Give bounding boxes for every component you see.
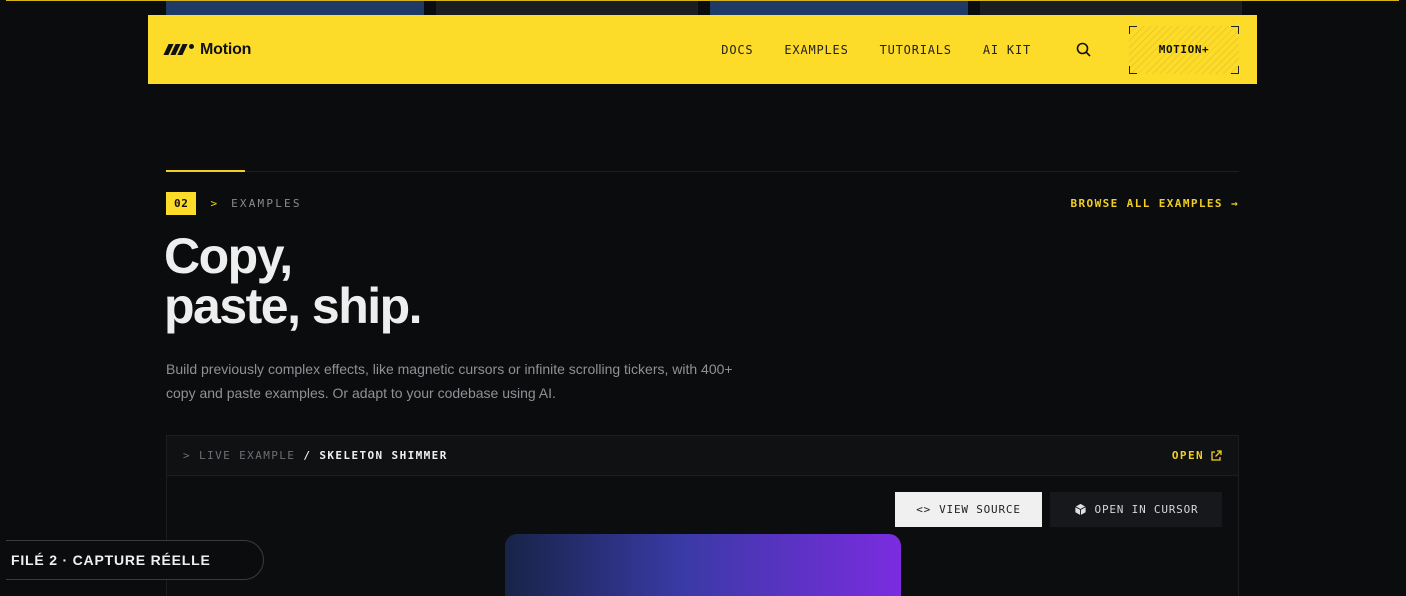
page: Motion DOCS EXAMPLES TUTORIALS AI KIT MO… bbox=[6, 0, 1399, 596]
cursor-app-icon bbox=[1074, 503, 1086, 516]
breadcrumb-separator: / bbox=[303, 449, 312, 462]
nav-link-examples[interactable]: EXAMPLES bbox=[784, 43, 848, 57]
live-example-panel: > LIVE EXAMPLE / SKELETON SHIMMER OPEN <… bbox=[166, 435, 1239, 596]
search-icon[interactable] bbox=[1075, 41, 1093, 59]
view-source-button[interactable]: <> VIEW SOURCE bbox=[895, 492, 1042, 527]
motion-plus-button[interactable]: MOTION+ bbox=[1129, 25, 1239, 74]
nav-link-tutorials[interactable]: TUTORIALS bbox=[880, 43, 952, 57]
open-example-link[interactable]: OPEN bbox=[1172, 449, 1222, 462]
title-line-2: paste, ship. bbox=[164, 278, 423, 334]
caption-pill: FILÉ 2 · CAPTURE RÉELLE bbox=[6, 540, 264, 580]
nav-link-docs[interactable]: DOCS bbox=[721, 43, 753, 57]
nav-links: DOCS EXAMPLES TUTORIALS AI KIT bbox=[721, 43, 1031, 57]
open-in-cursor-button[interactable]: OPEN IN CURSOR bbox=[1050, 492, 1222, 527]
section-divider bbox=[166, 171, 1239, 172]
section-number-badge: 02 bbox=[166, 192, 197, 215]
section-label: EXAMPLES bbox=[231, 197, 302, 210]
section-description: Build previously complex effects, like m… bbox=[166, 361, 733, 401]
top-nav: Motion DOCS EXAMPLES TUTORIALS AI KIT MO… bbox=[148, 15, 1257, 84]
code-brackets-icon: <> bbox=[916, 503, 932, 516]
motion-plus-label: MOTION+ bbox=[1158, 43, 1210, 56]
chevron-right-icon: > bbox=[210, 197, 218, 210]
title-line-1: Copy, bbox=[164, 228, 293, 284]
section-eyebrow: 02 > EXAMPLES bbox=[166, 192, 302, 215]
example-name: SKELETON SHIMMER bbox=[319, 449, 448, 462]
live-example-header: > LIVE EXAMPLE / SKELETON SHIMMER OPEN bbox=[167, 436, 1238, 476]
nav-link-ai-kit[interactable]: AI KIT bbox=[983, 43, 1031, 57]
breadcrumb-prefix: > LIVE EXAMPLE bbox=[183, 449, 296, 462]
browse-all-examples-link[interactable]: BROWSE ALL EXAMPLES → bbox=[1071, 197, 1239, 210]
skeleton-shimmer-card bbox=[505, 534, 901, 596]
motion-logo-icon bbox=[163, 44, 194, 55]
view-source-label: VIEW SOURCE bbox=[939, 503, 1021, 516]
open-in-cursor-label: OPEN IN CURSOR bbox=[1094, 503, 1199, 516]
page-title: Copy, paste, ship. bbox=[164, 228, 423, 334]
external-link-icon bbox=[1211, 449, 1222, 461]
logo-link[interactable]: Motion bbox=[163, 40, 252, 59]
section-divider-accent bbox=[166, 170, 245, 172]
open-label: OPEN bbox=[1171, 449, 1204, 462]
logo-text: Motion bbox=[200, 40, 252, 58]
